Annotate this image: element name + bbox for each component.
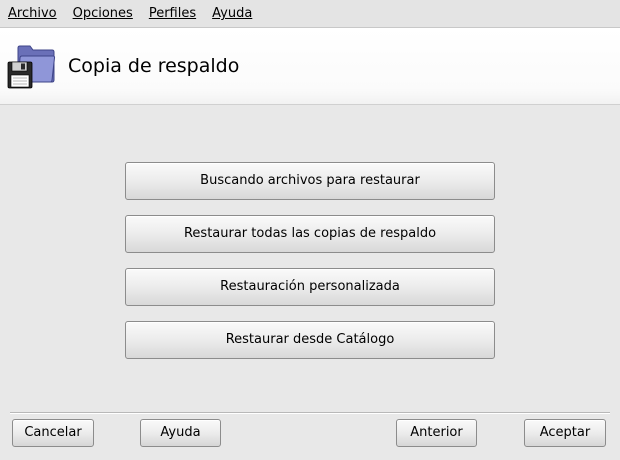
accept-button[interactable]: Aceptar <box>524 419 606 447</box>
wizard-header: Copia de respaldo <box>0 28 620 105</box>
search-files-to-restore-button[interactable]: Buscando archivos para restaurar <box>125 162 495 200</box>
backup-floppy-folder-icon <box>7 45 56 89</box>
menu-opciones[interactable]: Opciones <box>65 0 141 27</box>
page-title: Copia de respaldo <box>68 55 240 77</box>
menu-ayuda-label: Ayuda <box>212 6 253 21</box>
help-button[interactable]: Ayuda <box>140 419 221 447</box>
cancel-button[interactable]: Cancelar <box>12 419 94 447</box>
menu-opciones-label: Opciones <box>72 6 133 21</box>
restore-all-backups-button[interactable]: Restaurar todas las copias de respaldo <box>125 215 495 253</box>
menu-archivo[interactable]: Archivo <box>0 0 65 27</box>
menu-bar: Archivo Opciones Perfiles Ayuda <box>0 0 620 28</box>
menu-ayuda[interactable]: Ayuda <box>204 0 260 27</box>
previous-button[interactable]: Anterior <box>396 419 477 447</box>
menu-archivo-label: Archivo <box>8 6 57 21</box>
restore-from-catalog-button[interactable]: Restaurar desde Catálogo <box>125 321 495 359</box>
custom-restore-button[interactable]: Restauración personalizada <box>125 268 495 306</box>
menu-perfiles-label: Perfiles <box>148 6 197 21</box>
menu-perfiles[interactable]: Perfiles <box>141 0 204 27</box>
footer-separator <box>10 412 610 414</box>
